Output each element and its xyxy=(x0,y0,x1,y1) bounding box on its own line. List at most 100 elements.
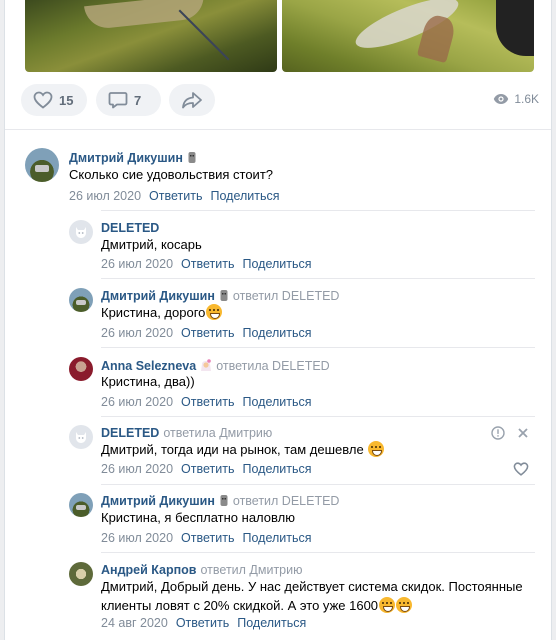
comment-text: Сколько сие удовольствия стоит? xyxy=(69,167,274,182)
separator xyxy=(101,347,535,348)
reply-link[interactable]: Ответить xyxy=(176,616,229,630)
avatar[interactable] xyxy=(69,562,93,586)
comment-text-line2: клиенты ловят с 20% скидкой. А это уже 1… xyxy=(101,597,413,615)
share-icon xyxy=(182,92,202,109)
comment-addressee[interactable]: Дмитрий xyxy=(101,237,154,252)
post-actions: 15 7 1.6K xyxy=(21,84,541,116)
comment-date[interactable]: 26 июл 2020 xyxy=(101,257,173,271)
photo-1[interactable] xyxy=(25,0,277,72)
comment-addressee[interactable]: Кристина xyxy=(101,374,157,389)
reply-link[interactable]: Ответить xyxy=(149,189,202,203)
comment-text: Дмитрий, косарь xyxy=(101,237,202,252)
comment-author[interactable]: Андрей Карпов ответил Дмитрию xyxy=(101,563,303,577)
like-count: 15 xyxy=(59,92,74,108)
moai-icon xyxy=(219,494,229,510)
comment-addressee[interactable]: Кристина xyxy=(101,510,157,525)
comment-meta: 26 июл 2020 Ответить Поделиться xyxy=(69,189,280,203)
replied-to: ответил Дмитрию xyxy=(200,563,303,577)
comment-author[interactable]: Дмитрий Дикушин ответил DELETED xyxy=(101,494,339,510)
grin-emoji-icon xyxy=(396,597,413,613)
comment-icon xyxy=(108,92,128,109)
comment-author[interactable]: Дмитрий Дикушин xyxy=(69,151,197,167)
post-card: 15 7 1.6K Дмитрий Дикушин Сколько сие уд… xyxy=(4,0,552,640)
grin-emoji-icon xyxy=(206,304,223,320)
comment-addressee[interactable]: Кристина xyxy=(101,305,157,320)
eye-icon xyxy=(494,94,509,104)
comment-meta: 26 июл 2020 Ответить Поделиться xyxy=(101,395,312,409)
avatar xyxy=(69,220,93,244)
separator xyxy=(101,552,535,553)
share-button[interactable] xyxy=(169,84,215,116)
replied-to: ответил DELETED xyxy=(232,289,340,303)
comment-date[interactable]: 26 июл 2020 xyxy=(101,462,173,476)
avatar xyxy=(69,425,93,449)
rod-line xyxy=(178,9,230,61)
avatar[interactable] xyxy=(25,148,59,182)
comment-date[interactable]: 26 июл 2020 xyxy=(101,326,173,340)
views-count: 1.6K xyxy=(514,92,539,106)
separator xyxy=(101,484,535,485)
replied-to: ответил DELETED xyxy=(232,494,340,508)
avatar[interactable] xyxy=(69,288,93,312)
share-link[interactable]: Поделиться xyxy=(242,395,311,409)
share-link[interactable]: Поделиться xyxy=(242,462,311,476)
share-link[interactable]: Поделиться xyxy=(242,531,311,545)
comment-tools xyxy=(491,426,529,440)
moai-icon xyxy=(187,151,197,167)
separator xyxy=(101,416,535,417)
share-link[interactable]: Поделиться xyxy=(242,257,311,271)
dog-icon xyxy=(76,432,86,443)
comment-date[interactable]: 26 июл 2020 xyxy=(69,189,141,203)
comment-date[interactable]: 26 июл 2020 xyxy=(101,395,173,409)
reply-link[interactable]: Ответить xyxy=(181,395,234,409)
comment-button[interactable]: 7 xyxy=(96,84,161,116)
close-icon[interactable] xyxy=(517,427,529,439)
share-link[interactable]: Поделиться xyxy=(210,189,279,203)
comment-author[interactable]: DELETED xyxy=(101,221,159,235)
dog-icon xyxy=(76,227,86,238)
replied-to: ответила DELETED xyxy=(216,359,330,373)
comment-meta: 26 июл 2020 Ответить Поделиться xyxy=(101,326,312,340)
comment-author[interactable]: DELETED ответила Дмитрию xyxy=(101,426,272,440)
avatar[interactable] xyxy=(69,357,93,381)
comment-like-icon[interactable] xyxy=(513,462,529,476)
replied-to: ответила Дмитрию xyxy=(163,426,273,440)
reply-link[interactable]: Ответить xyxy=(181,326,234,340)
bride-emoji-icon xyxy=(200,358,212,375)
reply-link[interactable]: Ответить xyxy=(181,462,234,476)
comment-date[interactable]: 26 июл 2020 xyxy=(101,531,173,545)
comment-meta: 24 авг 2020 Ответить Поделиться xyxy=(101,616,306,630)
photo-2[interactable] xyxy=(282,0,534,72)
reply-link[interactable]: Ответить xyxy=(181,257,234,271)
comment-author[interactable]: Дмитрий Дикушин ответил DELETED xyxy=(101,289,339,305)
fish-shape xyxy=(84,0,206,31)
smile-emoji-icon xyxy=(368,441,385,457)
comment-meta: 26 июл 2020 Ответить Поделиться xyxy=(101,257,312,271)
comment-text: Дмитрий, тогда иди на рынок, там дешевле xyxy=(101,441,385,459)
post-photos xyxy=(25,0,534,72)
comment-meta: 26 июл 2020 Ответить Поделиться xyxy=(101,462,312,476)
dark-object xyxy=(496,0,534,56)
comment-addressee[interactable]: Дмитрий xyxy=(101,579,154,594)
comment-meta: 26 июл 2020 Ответить Поделиться xyxy=(101,531,312,545)
comment-date[interactable]: 24 авг 2020 xyxy=(101,616,168,630)
comment-text: Кристина, дорого xyxy=(101,304,223,322)
divider xyxy=(5,129,551,130)
comment-text: Кристина, два)) xyxy=(101,374,195,389)
reply-link[interactable]: Ответить xyxy=(181,531,234,545)
report-icon[interactable] xyxy=(491,426,505,440)
separator xyxy=(101,210,535,211)
grin-emoji-icon xyxy=(379,597,396,613)
comment-text: Дмитрий, Добрый день. У нас действует си… xyxy=(101,579,523,594)
like-button[interactable]: 15 xyxy=(21,84,87,116)
heart-icon xyxy=(33,91,53,109)
comment-addressee[interactable]: Дмитрий xyxy=(101,442,154,457)
avatar[interactable] xyxy=(69,493,93,517)
share-link[interactable]: Поделиться xyxy=(242,326,311,340)
comment-count: 7 xyxy=(134,92,142,108)
separator xyxy=(101,278,535,279)
share-link[interactable]: Поделиться xyxy=(237,616,306,630)
comment-text: Кристина, я бесплатно наловлю xyxy=(101,510,295,525)
moai-icon xyxy=(219,289,229,305)
views-counter: 1.6K xyxy=(493,92,539,106)
